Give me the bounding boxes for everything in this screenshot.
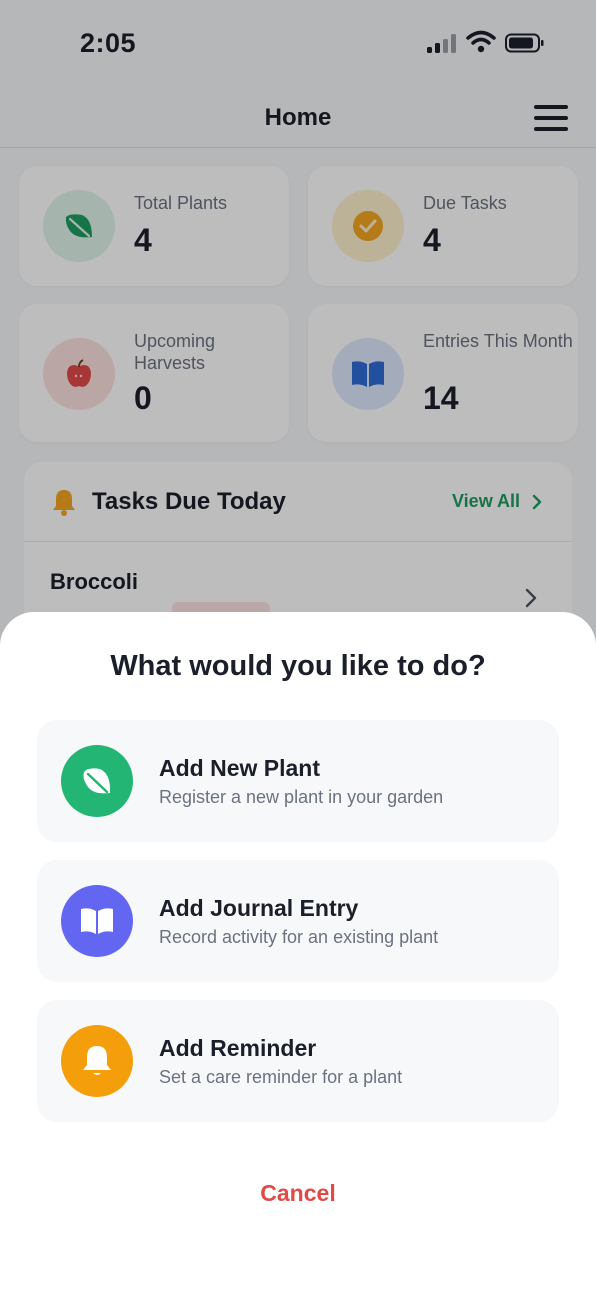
add-new-plant-button[interactable]: Add New Plant Register a new plant in yo… xyxy=(37,720,559,842)
home-screen: 2:05 Home Total Plants 4 Due Tasks 4 Upc… xyxy=(0,0,596,1290)
leaf-icon xyxy=(61,745,133,817)
option-title: Add New Plant xyxy=(159,755,321,781)
option-title: Add Journal Entry xyxy=(159,895,359,921)
sheet-title: What would you like to do? xyxy=(110,650,486,682)
action-bottom-sheet: What would you like to do? Add New Plant… xyxy=(0,612,596,1290)
cancel-button[interactable]: Cancel xyxy=(0,1180,596,1207)
book-icon xyxy=(61,885,133,957)
add-reminder-button[interactable]: Add Reminder Set a care reminder for a p… xyxy=(37,1000,559,1122)
bell-icon xyxy=(61,1025,133,1097)
add-journal-entry-button[interactable]: Add Journal Entry Record activity for an… xyxy=(37,860,559,982)
option-subtitle: Register a new plant in your garden xyxy=(159,787,444,807)
option-subtitle: Record activity for an existing plant xyxy=(159,927,439,947)
option-subtitle: Set a care reminder for a plant xyxy=(159,1067,403,1087)
option-title: Add Reminder xyxy=(159,1035,317,1061)
